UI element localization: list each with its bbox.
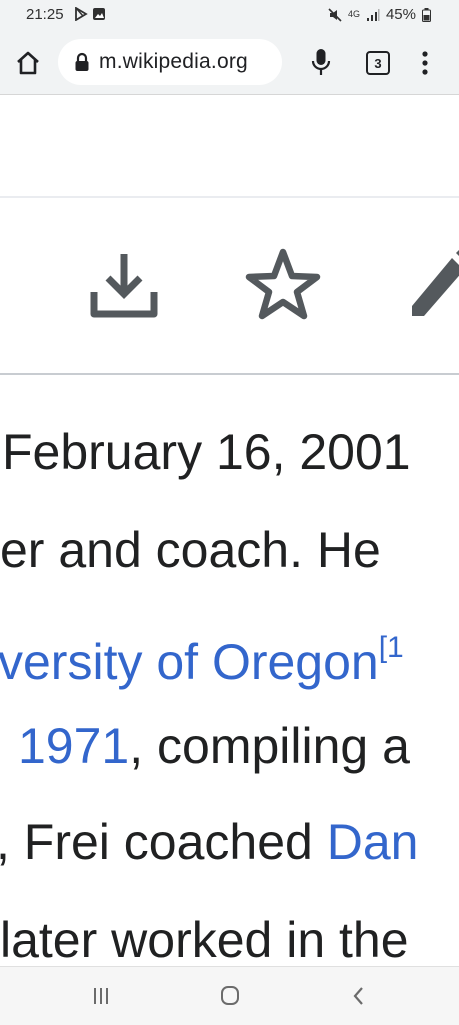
back-icon[interactable] bbox=[347, 985, 371, 1007]
university-link[interactable]: versity of Oregon bbox=[0, 634, 379, 690]
download-icon[interactable] bbox=[88, 250, 160, 322]
team-link[interactable]: Dan bbox=[327, 814, 419, 870]
year-link[interactable]: 1971 bbox=[18, 718, 129, 774]
battery-icon bbox=[422, 7, 431, 22]
article-line-2: er and coach. He bbox=[0, 520, 381, 580]
network-type: 4G bbox=[347, 9, 360, 19]
page-actions-bar bbox=[0, 198, 459, 373]
status-right: 4G 45% bbox=[328, 6, 431, 23]
url-text[interactable]: m.wikipedia.org bbox=[99, 50, 248, 74]
image-notification-icon bbox=[93, 8, 105, 20]
recent-apps-icon[interactable] bbox=[89, 985, 113, 1007]
article-line-5: , Frei coached Dan bbox=[0, 812, 418, 872]
article-line-4: 1971, compiling a bbox=[18, 716, 410, 776]
tab-count: 3 bbox=[374, 55, 382, 71]
battery-percent: 45% bbox=[385, 6, 416, 23]
article-text: February 16, 2001 bbox=[2, 424, 411, 480]
article-body: February 16, 2001 er and coach. He versi… bbox=[0, 376, 459, 966]
article-line-3: versity of Oregon[1 bbox=[0, 618, 404, 692]
star-icon[interactable] bbox=[244, 246, 322, 322]
lock-icon[interactable] bbox=[74, 52, 90, 72]
status-time: 21:25 bbox=[26, 6, 64, 23]
system-nav-bar bbox=[0, 966, 459, 1025]
home-button-icon[interactable] bbox=[218, 985, 242, 1007]
status-bar: 21:25 4G 45% bbox=[0, 0, 459, 32]
browser-toolbar: m.wikipedia.org 3 bbox=[0, 32, 459, 95]
page-header-area bbox=[0, 95, 459, 195]
article-text: , compiling a bbox=[129, 718, 410, 774]
article-line-1: February 16, 2001 bbox=[2, 422, 411, 482]
citation-link[interactable]: [1 bbox=[379, 631, 404, 664]
mute-icon bbox=[328, 7, 342, 22]
signal-icon bbox=[366, 8, 380, 21]
article-line-6: later worked in the bbox=[0, 910, 409, 966]
article-text: later worked in the bbox=[0, 912, 409, 966]
home-icon[interactable] bbox=[14, 49, 42, 77]
article-text: , Frei coached bbox=[0, 814, 327, 870]
play-store-icon bbox=[75, 7, 88, 21]
address-bar[interactable]: m.wikipedia.org bbox=[58, 39, 282, 85]
overflow-menu-icon[interactable] bbox=[418, 49, 432, 77]
actions-divider bbox=[0, 373, 459, 375]
notification-icons bbox=[74, 7, 106, 21]
microphone-icon[interactable] bbox=[309, 47, 333, 79]
article-text: er and coach. He bbox=[0, 522, 381, 578]
tabs-icon[interactable]: 3 bbox=[366, 51, 390, 75]
edit-pencil-icon[interactable] bbox=[408, 246, 459, 320]
